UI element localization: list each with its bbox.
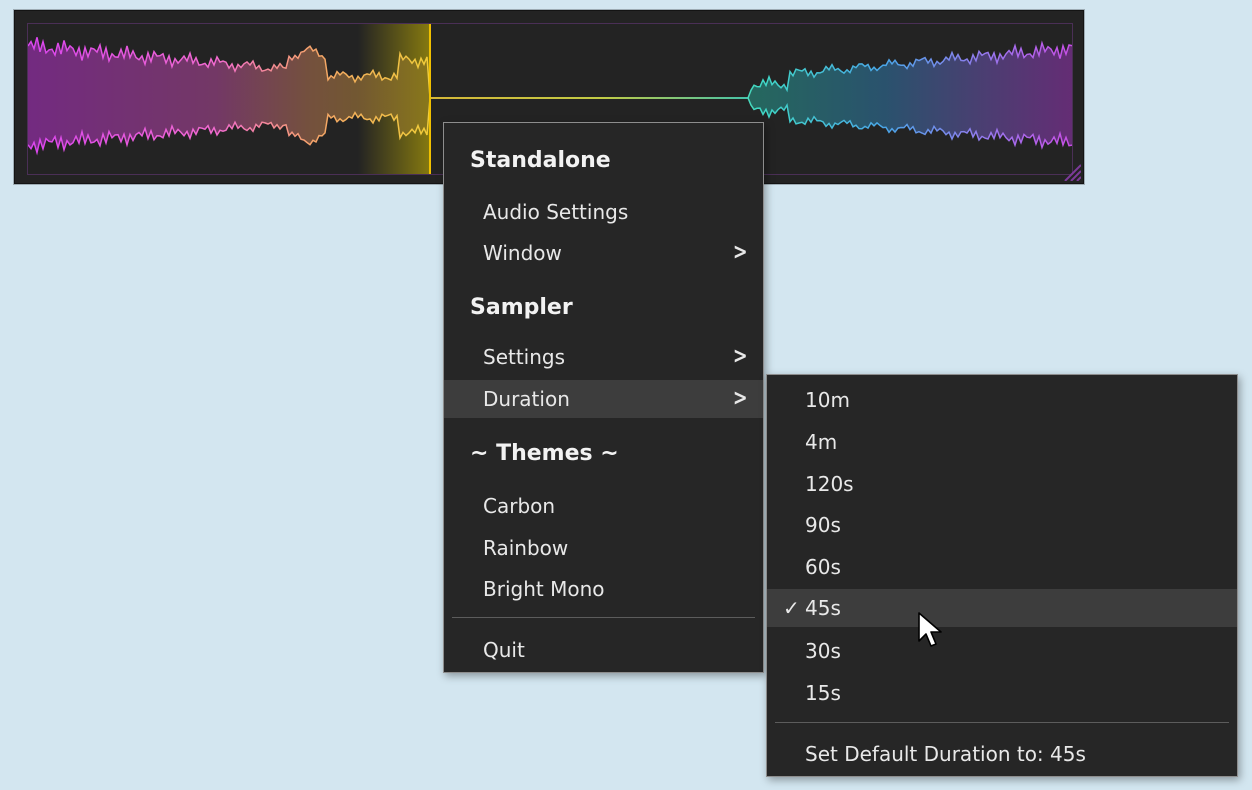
set-default-duration-item[interactable]: Set Default Duration to: 45s [767,735,1237,773]
chevron-right-icon: > [732,386,748,411]
duration-option-90s[interactable]: 90s [767,506,1237,544]
chevron-right-icon: > [732,344,748,369]
menu-item-theme-rainbow[interactable]: Rainbow [444,529,763,567]
menu-separator [775,722,1229,723]
menu-header-themes: ~ Themes ~ [470,441,619,466]
duration-option-10m[interactable]: 10m [767,381,1237,419]
duration-option-60s[interactable]: 60s [767,548,1237,586]
menu-item-audio-settings[interactable]: Audio Settings [444,193,763,231]
duration-option-30s[interactable]: 30s [767,632,1237,670]
mouse-pointer-icon [918,612,942,647]
menu-item-label: Quit [483,638,525,662]
menu-item-label: Audio Settings [483,200,629,224]
menu-item-label: Settings [483,345,566,369]
duration-option-4m[interactable]: 4m [767,423,1237,461]
menu-header-sampler: Sampler [470,295,573,320]
duration-option-120s[interactable]: 120s [767,465,1237,503]
menu-item-settings[interactable]: Settings > [444,338,763,376]
menu-item-label: Window [483,241,562,265]
duration-option-label: 45s [805,596,841,620]
duration-option-label: 15s [805,681,841,705]
context-menu: Standalone Audio Settings Window > Sampl… [443,122,764,673]
menu-header-standalone: Standalone [470,148,611,173]
duration-option-label: 90s [805,513,841,537]
duration-option-label: 120s [805,472,854,496]
menu-item-label: Bright Mono [483,577,605,601]
duration-option-label: 4m [805,430,838,454]
menu-item-quit[interactable]: Quit [444,631,763,669]
resize-grip-icon[interactable] [1059,159,1081,181]
chevron-right-icon: > [732,240,748,265]
duration-option-label: 10m [805,388,850,412]
duration-option-label: 30s [805,639,841,663]
menu-item-label: Duration [483,387,570,411]
menu-item-label: Carbon [483,494,556,518]
menu-item-theme-bright-mono[interactable]: Bright Mono [444,570,763,608]
menu-separator [452,617,755,618]
menu-item-duration[interactable]: Duration > [444,380,763,418]
set-default-duration-label: Set Default Duration to: 45s [805,742,1086,766]
duration-option-label: 60s [805,555,841,579]
duration-option-45s[interactable]: ✓ 45s [767,589,1237,627]
checkmark-icon: ✓ [783,596,800,620]
menu-item-label: Rainbow [483,536,569,560]
menu-item-window[interactable]: Window > [444,234,763,272]
menu-item-theme-carbon[interactable]: Carbon [444,487,763,525]
duration-option-15s[interactable]: 15s [767,674,1237,712]
duration-submenu: 10m 4m 120s 90s 60s ✓ 45s 30s 15s Set De… [766,374,1238,777]
